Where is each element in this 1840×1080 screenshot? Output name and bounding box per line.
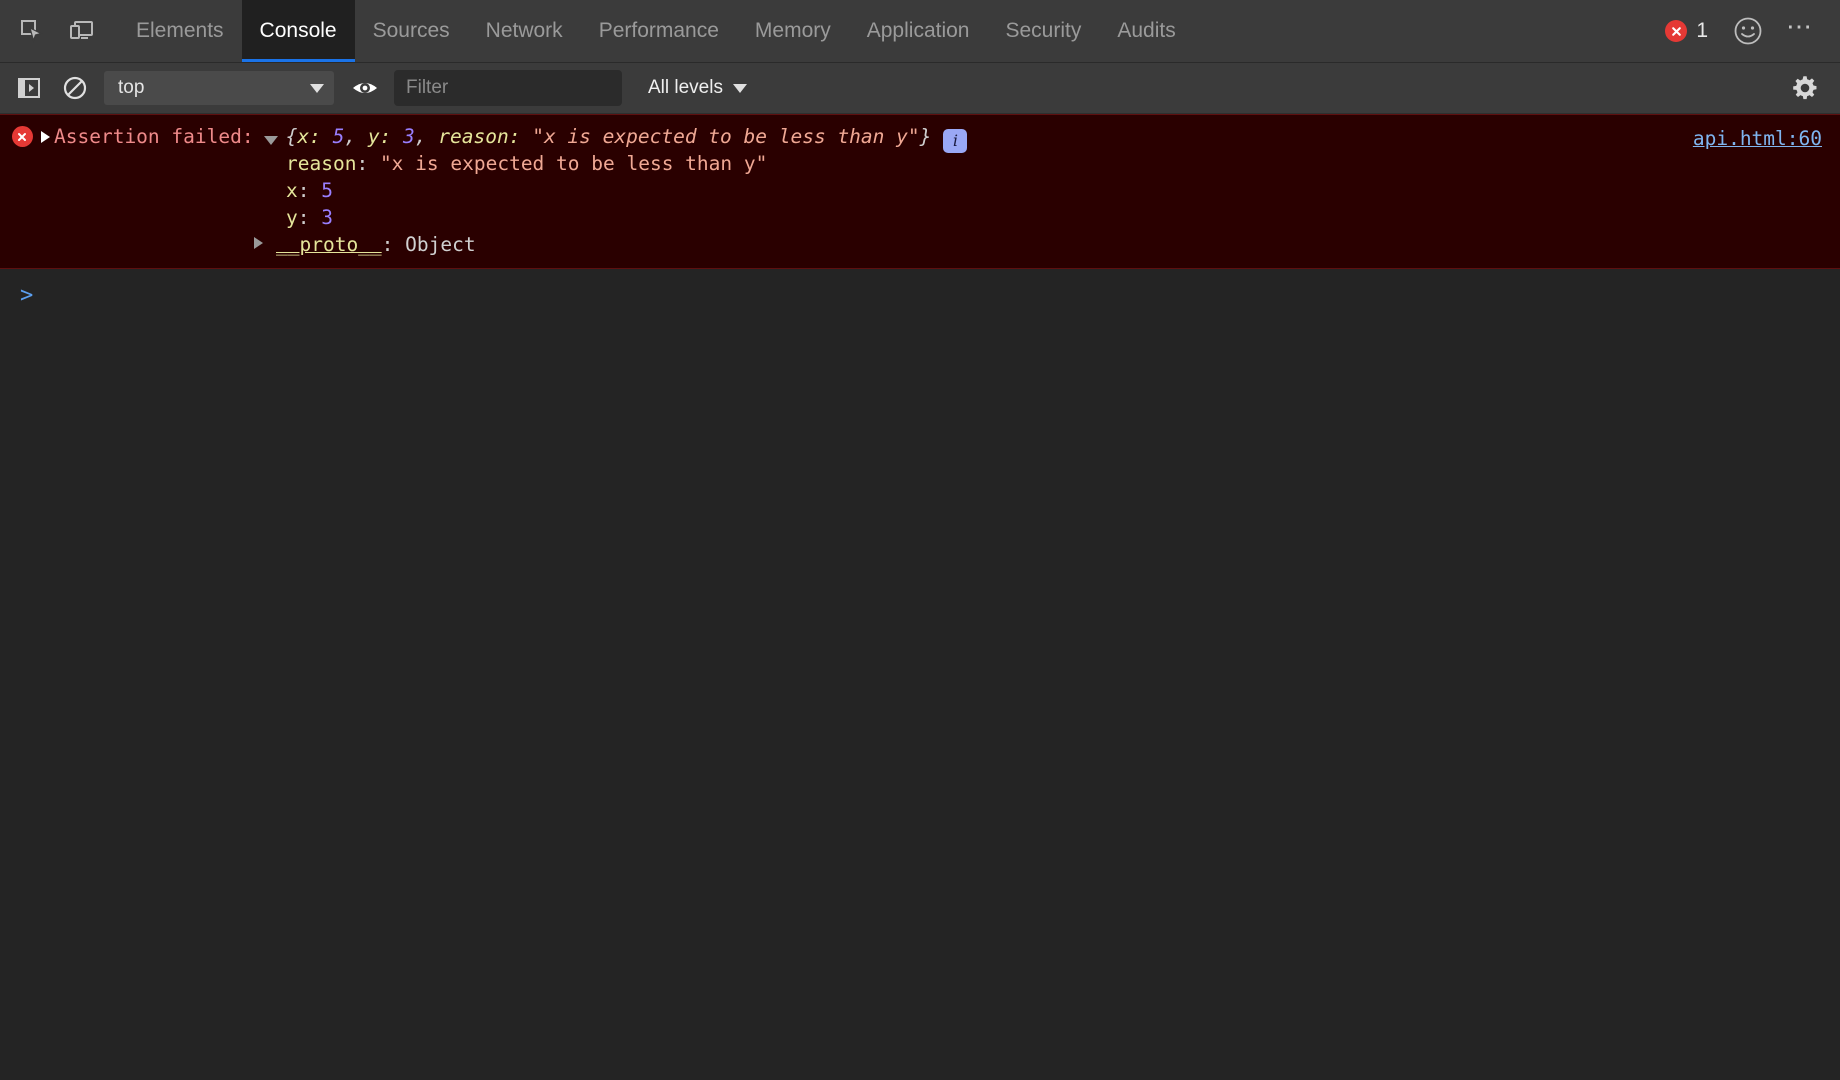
tab-memory[interactable]: Memory [737,0,849,62]
object-property-row[interactable]: reason: "x is expected to be less than y… [0,150,1840,177]
source-link[interactable]: api.html:60 [1693,125,1822,152]
tab-application[interactable]: Application [849,0,988,62]
tab-security[interactable]: Security [987,0,1099,62]
tab-label: Sources [373,19,450,43]
devtools-window: Elements Console Sources Network Perform… [0,0,1840,1080]
panel-tabs: Elements Console Sources Network Perform… [118,0,1194,62]
property-key: x [286,177,298,204]
property-colon: : [298,177,321,204]
property-value: 3 [321,204,333,231]
property-key: reason [286,150,356,177]
object-preview: {x: 5, y: 3, reason: "x is expected to b… [286,123,932,150]
message-expand-triangle-icon[interactable] [36,123,54,143]
preview-key-reason: reason: [438,125,532,148]
log-levels-select[interactable]: All levels [642,77,753,99]
execution-context-value: top [118,77,302,99]
assertion-failed-label: Assertion failed: [54,123,254,150]
triangle-right-icon [254,237,263,249]
tab-label: Network [486,19,563,43]
execution-context-select[interactable]: top [104,71,334,105]
tab-console[interactable]: Console [242,0,355,62]
chevron-down-icon [733,84,747,93]
more-options-icon[interactable]: ⋯ [1778,9,1822,53]
inspect-element-icon[interactable] [10,9,54,53]
preview-value-reason: "x is expected to be less than y" [532,125,919,148]
proto-expand-triangle-icon[interactable] [254,231,276,249]
object-property-row[interactable]: y: 3 [0,204,1840,231]
console-message-text: Assertion failed: {x: 5, y: 3, reason: "… [54,123,1840,150]
tab-sources[interactable]: Sources [355,0,468,62]
preview-sep-0: , [344,125,367,148]
tab-label: Security [1005,19,1081,43]
chevron-down-icon [310,84,324,93]
error-count-badge[interactable]: 1 [1657,19,1716,43]
tab-performance[interactable]: Performance [581,0,737,62]
preview-value-y: 3 [403,125,415,148]
error-circle-icon [12,126,33,147]
error-level-icon-wrap [8,123,36,147]
triangle-right-icon [41,131,50,143]
prompt-chevron-icon: > [12,285,33,307]
property-key: __proto__ [276,231,382,258]
object-property-row[interactable]: x: 5 [0,177,1840,204]
tabbar-right-actions: 1 ⋯ [1657,0,1840,62]
info-badge-icon[interactable]: i [943,129,967,153]
console-messages-area: Assertion failed: {x: 5, y: 3, reason: "… [0,114,1840,1080]
object-collapse-triangle-icon[interactable] [254,134,286,145]
tab-label: Console [260,19,337,43]
console-settings-gear-icon[interactable] [1786,69,1824,107]
filter-input[interactable]: Filter [394,70,622,106]
console-sidebar-toggle-icon[interactable] [10,69,48,107]
tab-label: Application [867,19,970,43]
property-value: "x is expected to be less than y" [380,150,767,177]
tabbar-left-icons [0,0,104,62]
preview-key-y: y: [368,125,403,148]
tab-label: Performance [599,19,719,43]
console-toolbar: top Filter All levels [0,63,1840,114]
console-message-header[interactable]: Assertion failed: {x: 5, y: 3, reason: "… [0,123,1840,150]
tab-elements[interactable]: Elements [118,0,242,62]
device-toolbar-icon[interactable] [60,9,104,53]
property-key: y [286,204,298,231]
filter-placeholder: Filter [406,77,448,99]
preview-close-brace: } [920,125,932,148]
error-count-label: 1 [1696,19,1708,43]
console-prompt-row[interactable]: > [0,269,1840,313]
console-toolbar-right [1786,69,1830,107]
devtools-tabbar: Elements Console Sources Network Perform… [0,0,1840,63]
preview-key-x: x: [297,125,332,148]
error-circle-icon [1665,20,1687,42]
triangle-down-icon [264,136,278,145]
preview-sep-1: , [415,125,438,148]
tab-network[interactable]: Network [468,0,581,62]
log-levels-value: All levels [648,77,723,99]
property-value: Object [405,231,475,258]
preview-open-brace: { [286,125,298,148]
tab-label: Memory [755,19,831,43]
tab-label: Elements [136,19,224,43]
object-property-row-proto[interactable]: __proto__: Object [0,231,1840,258]
property-colon: : [298,204,321,231]
preview-value-x: 5 [333,125,345,148]
feedback-smiley-icon[interactable] [1726,9,1770,53]
property-colon: : [356,150,379,177]
tab-label: Audits [1117,19,1175,43]
property-value: 5 [321,177,333,204]
console-message-error[interactable]: Assertion failed: {x: 5, y: 3, reason: "… [0,114,1840,269]
live-expression-eye-icon[interactable] [346,69,384,107]
tab-audits[interactable]: Audits [1099,0,1193,62]
clear-console-icon[interactable] [56,69,94,107]
property-colon: : [382,231,405,258]
